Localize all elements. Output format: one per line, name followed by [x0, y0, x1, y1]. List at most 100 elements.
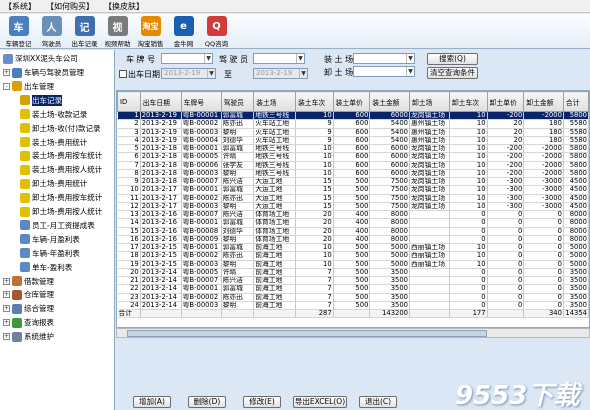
table-row[interactable]: 22 2013-2-14 粤B-00001 郭富城 前海工地 7 500 3500 0 0 0 350… [117, 284, 589, 294]
column-header[interactable]: 卸土车次 [448, 91, 488, 112]
column-header[interactable]: 装土单价 [332, 91, 371, 112]
column-header[interactable]: 装土场 [253, 91, 296, 112]
table-row[interactable]: 7 2013-2-18 粤B-00006 张学友 地铁三号线 10 600 6000 龙岗镇土场… [117, 161, 589, 170]
tree-node-icon [20, 109, 30, 120]
table-cell: 陈亦迅 [221, 119, 255, 129]
column-header[interactable]: 装土金额 [369, 91, 411, 112]
table-cell: 前海工地 [253, 251, 296, 261]
tree-root[interactable]: 深圳XX泥头车公司 [3, 52, 78, 65]
tree-item[interactable]: 出车记录 [20, 94, 62, 107]
add-button[interactable]: 增加(A) [133, 396, 171, 408]
toolbar-button-0[interactable]: 车车辆登记 [2, 14, 35, 49]
tree-item[interactable]: + 系统维护 [3, 330, 54, 343]
toolbar-button-3[interactable]: 视视频帮助 [101, 14, 134, 49]
column-header[interactable]: ID [117, 91, 141, 112]
table-row[interactable]: 19 2013-2-15 粤B-00003 黎明 前海工地 10 500 5000 西丽镇土场 1… [117, 260, 589, 269]
table-row[interactable]: 2 2013-2-19 粤B-00002 陈亦迅 火车站工地 9 600 5400 惠州镇土场 1… [117, 119, 589, 129]
tree-item[interactable]: + 仓库管理 [3, 288, 54, 301]
toolbar-button-5[interactable]: e 金牛网 [167, 14, 200, 49]
export-excel-button[interactable]: 导出EXCEL(O) [293, 396, 347, 408]
table-row[interactable]: 13 2013-2-16 粤B-00007 陈兴洁 体育场工地 20 400 8000 0 0 0 8… [117, 210, 589, 220]
column-header[interactable]: 卸土单价 [486, 91, 525, 112]
tree-item[interactable]: 卸土场-费用按人统计 [20, 205, 102, 218]
column-header[interactable]: 合计 [562, 91, 589, 112]
tree-item[interactable]: 员工-月工资提成表 [20, 219, 95, 232]
table-row[interactable]: 8 2013-2-18 粤B-00003 黎明 地铁三号线 10 600 6000 龙岗镇土场 1… [117, 169, 589, 179]
table-row[interactable]: 1 2013-2-19 粤B-00001 郭富城 地铁三号线 10 600 6000 龙岗镇土场… [117, 111, 589, 121]
table-row[interactable]: 3 2013-2-19 粤B-00003 黎明 火车站工地 9 600 5400 惠州镇土场 10… [117, 128, 589, 137]
expand-icon[interactable]: + [3, 305, 10, 313]
toolbar-button-4[interactable]: 淘宝 淘宝销售 [134, 14, 167, 49]
plate-input[interactable]: ▼ [161, 53, 213, 64]
expand-icon[interactable]: + [3, 333, 10, 341]
driver-input[interactable]: ▼ [253, 53, 305, 64]
column-header[interactable]: 装土车次 [294, 91, 334, 112]
tree-item[interactable]: 装土场-费用按车统计 [20, 149, 102, 162]
column-header[interactable]: 卸土场 [409, 91, 450, 112]
table-row[interactable]: 12 2013-2-17 粤B-00003 黎明 大运工地 15 500 7500 龙岗镇土场 1… [117, 202, 589, 212]
column-header[interactable]: 车牌号 [180, 91, 222, 112]
tree-item[interactable]: 单车-盈利表 [20, 261, 72, 274]
toolbar-button-1[interactable]: 人驾驶员 [35, 14, 68, 49]
date-to-input[interactable]: 2013-2-19 ▼ [253, 68, 308, 79]
tree-item[interactable]: + 查询报表 [3, 316, 54, 329]
column-header[interactable]: 卸土金额 [523, 91, 564, 112]
table-cell: 地铁三号线 [253, 152, 296, 162]
date-from-input[interactable]: 2013-2-19 ▼ [161, 68, 216, 79]
table-row[interactable]: 17 2013-2-15 粤B-00001 郭富城 前海工地 10 500 5000 西丽镇土场… [117, 243, 589, 253]
tree-item[interactable]: - 出车管理 [3, 80, 54, 93]
tree-item[interactable]: 卸土场-收(付)款记录 [20, 122, 101, 135]
table-cell: 体育场工地 [253, 218, 296, 228]
table-cell: 600 [333, 128, 371, 137]
delete-button[interactable]: 删除(D) [188, 396, 226, 408]
tree-item[interactable]: 车辆-月盈利表 [20, 233, 80, 246]
table-row[interactable]: 15 2013-2-16 粤B-00008 刘德华 体育场工地 20 400 8000 0 0 0 8… [117, 227, 589, 236]
table-cell: 龙岗镇土场 [409, 152, 450, 162]
expand-icon[interactable]: + [3, 277, 10, 285]
load-site-input[interactable]: ▼ [353, 53, 415, 64]
tree-node-icon [20, 262, 30, 273]
scrollbar-thumb[interactable] [127, 330, 487, 337]
tree-item[interactable]: + 车辆与驾驶员管理 [3, 66, 84, 79]
tree-item[interactable]: 车辆-年盈利表 [20, 247, 80, 260]
tree-item[interactable]: 卸土场-费用统计 [20, 177, 87, 190]
table-row[interactable]: 11 2013-2-17 粤B-00002 陈亦迅 大运工地 15 500 7500 龙岗镇土场… [117, 194, 589, 203]
table-row[interactable]: 18 2013-2-15 粤B-00002 陈亦迅 前海工地 10 500 5000 西丽镇土场… [117, 251, 589, 261]
tree-item[interactable]: + 借款管理 [3, 275, 54, 288]
table-row[interactable]: 5 2013-2-18 粤B-00001 郭富城 地铁三号线 10 600 6000 龙岗镇土场… [117, 144, 589, 154]
tree-item[interactable]: 装土场-费用统计 [20, 136, 87, 149]
expand-icon[interactable]: + [3, 291, 10, 299]
horizontal-scrollbar[interactable] [116, 328, 590, 338]
column-header[interactable]: 出车日期 [139, 91, 182, 112]
tree-item[interactable]: 卸土场-费用按车统计 [20, 191, 102, 204]
table-row[interactable]: 4 2013-2-19 粤B-00004 刘德华 火车站工地 9 600 5400 惠州镇土场 1… [117, 136, 589, 146]
menu-system[interactable]: 【系统】 [4, 1, 36, 12]
menu-how-to-buy[interactable]: 【如何购买】 [46, 1, 94, 12]
toolbar-button-6[interactable]: Q QQ咨询 [200, 14, 233, 49]
table-row[interactable]: 24 2013-2-14 粤B-00003 黎明 前海工地 7 500 3500 0 0 0 3500 [117, 301, 589, 311]
toolbar-button-2[interactable]: 记出车记录 [68, 14, 101, 49]
table-cell: 17 [117, 243, 141, 253]
expand-icon[interactable]: + [3, 319, 10, 327]
table-row[interactable]: 9 2013-2-18 粤B-00007 陈兴洁 大运工地 15 500 7500 龙岗镇土场 1… [117, 177, 589, 187]
tree-item[interactable]: 装土场-费用按人统计 [20, 163, 102, 176]
expand-icon[interactable]: + [3, 69, 10, 76]
table-row[interactable]: 16 2013-2-16 粤B-00009 黎明 体育场工地 20 400 8000 0 0 0 80… [117, 235, 589, 245]
table-row[interactable]: 6 2013-2-18 粤B-00005 许晴 地铁三号线 10 600 6000 龙岗镇土场 1… [117, 152, 589, 162]
edit-button[interactable]: 修改(E) [243, 396, 281, 408]
exit-button[interactable]: 退出(C) [359, 396, 397, 408]
clear-filters-button[interactable]: 清空查询条件 [427, 67, 478, 79]
table-row[interactable]: 21 2013-2-14 粤B-00007 陈兴洁 前海工地 7 500 3500 0 0 0 350… [117, 276, 589, 286]
search-button[interactable]: 搜索(Q) [427, 53, 478, 65]
table-row[interactable]: 20 2013-2-14 粤B-00005 许晴 前海工地 7 500 3500 0 0 0 3500 [117, 268, 589, 278]
table-row[interactable]: 10 2013-2-17 粤B-00001 郭富城 大运工地 15 500 7500 龙岗镇土场… [117, 185, 589, 195]
column-header[interactable]: 驾驶员 [220, 91, 255, 112]
date-filter-checkbox[interactable] [119, 70, 127, 78]
expand-icon[interactable]: - [3, 82, 10, 90]
tree-item[interactable]: 装土场-收款记录 [20, 108, 87, 121]
table-row[interactable]: 23 2013-2-14 粤B-00002 陈亦迅 前海工地 7 500 3500 0 0 0 350… [117, 293, 589, 302]
unload-site-input[interactable]: ▼ [353, 66, 415, 77]
menu-change-skin[interactable]: 【换皮肤】 [104, 1, 144, 12]
table-row[interactable]: 14 2013-2-16 粤B-00001 郭富城 体育场工地 20 400 8000 0 0 0 8… [117, 218, 589, 228]
tree-item[interactable]: + 综合管理 [3, 302, 54, 315]
